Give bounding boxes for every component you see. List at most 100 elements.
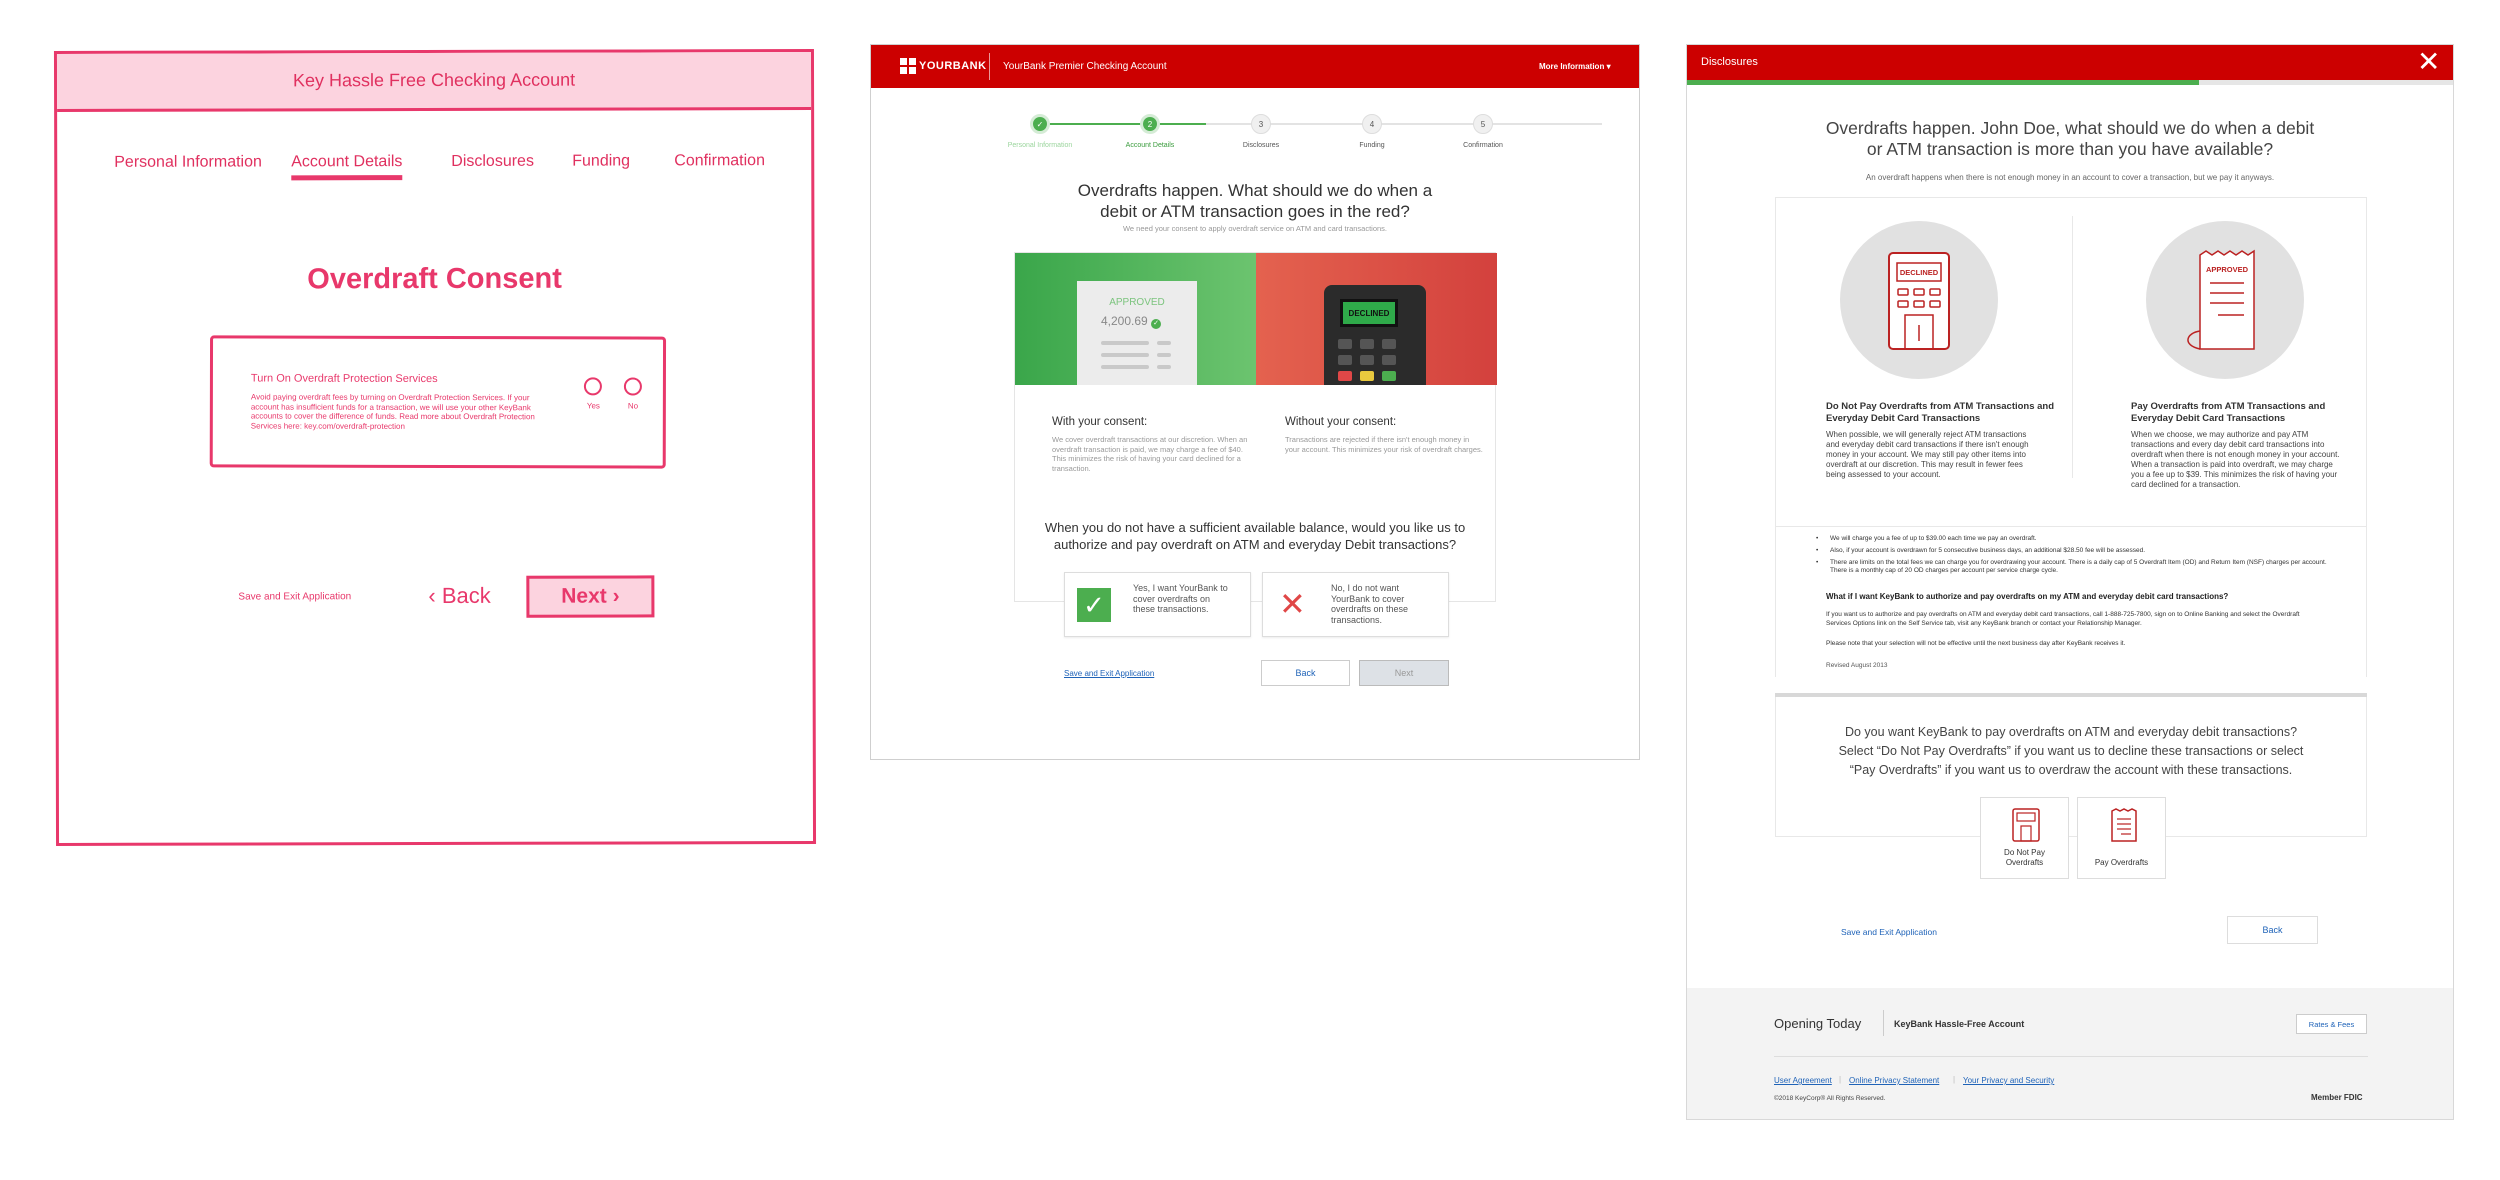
declined-terminal-illustration: DECLINED [1840, 221, 1998, 379]
terminal-key [1382, 339, 1396, 349]
tab-funding[interactable]: Funding [572, 152, 630, 170]
approved-badge: APPROVED [2205, 265, 2249, 274]
privacy-statement-link[interactable]: Online Privacy Statement [1849, 1076, 1939, 1085]
wireframe-panel: Key Hassle Free Checking Account Persona… [53, 49, 817, 846]
do-not-pay-title: Do Not Pay Overdrafts from ATM Transacti… [1826, 401, 2055, 424]
back-button[interactable]: Back [2227, 916, 2318, 944]
header-divider [989, 53, 990, 80]
receipt-line [1157, 365, 1171, 369]
bullet: • [1816, 547, 1819, 554]
with-consent-text: We cover overdraft transactions at our d… [1052, 435, 1248, 473]
opening-today-label: Opening Today [1774, 1016, 1862, 1031]
overdraft-choice-section: Do you want KeyBank to pay overdrafts on… [1775, 697, 2367, 837]
receipt-line [1157, 353, 1171, 357]
more-information-label: More Information [1539, 62, 1605, 71]
fee-bullet: We will charge you a fee of up to $39.00… [1830, 535, 2037, 542]
terminal-key [1360, 339, 1374, 349]
fine-print-heading: What if I want KeyBank to authorize and … [1826, 592, 2229, 601]
chevron-right-icon: › [606, 584, 620, 608]
terminal-key [1360, 355, 1374, 365]
bank-logo-icon [900, 58, 916, 74]
do-not-pay-text: When possible, we will generally reject … [1826, 430, 2029, 479]
save-exit-link[interactable]: Save and Exit Application [1841, 927, 1937, 937]
mockup-header-bar: YOURBANK YourBank Premier Checking Accou… [871, 45, 1639, 88]
wireframe-title: Key Hassle Free Checking Account [292, 69, 576, 91]
modal-header-bar: Disclosures ✕ [1687, 45, 2453, 80]
approved-receipt-illustration: APPROVED [2146, 221, 2304, 379]
close-icon[interactable]: ✕ [2417, 47, 2440, 77]
yes-radio-label: Yes [586, 401, 600, 411]
receipt-line [1101, 353, 1149, 357]
pay-overdrafts-title: Pay Overdrafts from ATM Transactions and… [2131, 401, 2326, 424]
product-name: KeyBank Hassle-Free Account [1894, 1019, 2025, 1029]
user-agreement-link[interactable]: User Agreement [1774, 1076, 1832, 1085]
wireframe-heading: Overdraft Consent [307, 262, 562, 296]
next-button-label: Next [561, 584, 607, 608]
save-exit-link[interactable]: Save and Exit Application [1064, 669, 1154, 678]
wireframe-tabs: Personal Information Account Details Dis… [57, 152, 811, 194]
step-4[interactable]: 4 [1362, 114, 1382, 134]
no-radio-label: No [627, 401, 639, 411]
step-3-label: Disclosures [1242, 142, 1280, 149]
yes-radio[interactable] [583, 377, 602, 396]
step-3[interactable]: 3 [1251, 114, 1271, 134]
modal-subheading: An overdraft happens when there is not e… [1865, 173, 2275, 182]
back-button[interactable]: Back [1261, 660, 1350, 686]
step-1-label: Personal Information [1007, 142, 1073, 149]
column-divider [2072, 216, 2073, 478]
save-exit-link[interactable]: Save and Exit Application [238, 591, 351, 602]
footer-divider [1883, 1010, 1884, 1036]
account-name: YourBank Premier Checking Account [1003, 61, 1167, 72]
pay-overdrafts-text: When we choose, we may authorize and pay… [2131, 430, 2340, 489]
tab-personal-information[interactable]: Personal Information [114, 153, 262, 171]
step-2-current[interactable]: 2 [1140, 114, 1160, 134]
declined-terminal-icon [1888, 252, 1950, 350]
do-not-pay-overdrafts-label: Do Not Pay Overdrafts [2004, 848, 2045, 867]
rates-fees-button[interactable]: Rates & Fees [2296, 1014, 2367, 1034]
yes-consent-option[interactable]: ✓ Yes, I want YourBank to cover overdraf… [1064, 572, 1251, 637]
receipt-icon [2111, 808, 2137, 842]
without-consent-text: Transactions are rejected if there isn't… [1285, 435, 1483, 454]
progress-fill [1687, 80, 2199, 85]
overdraft-protection-text: Avoid paying overdraft fees by turning o… [250, 392, 535, 431]
back-button[interactable]: ‹ Back [428, 583, 490, 609]
tab-confirmation[interactable]: Confirmation [674, 152, 765, 170]
no-radio[interactable] [623, 377, 642, 396]
bullet: • [1816, 535, 1819, 542]
next-button[interactable]: Next › [526, 575, 655, 618]
balance-question: When you do not have a sufficient availa… [1044, 520, 1466, 552]
modal-heading: Overdrafts happen. John Doe, what should… [1825, 118, 2315, 159]
overdraft-protection-box: Turn On Overdraft Protection Services Av… [209, 335, 667, 469]
do-not-pay-overdrafts-option[interactable]: Do Not Pay Overdrafts [1980, 797, 2069, 879]
pay-overdrafts-label: Pay Overdrafts [2094, 858, 2149, 867]
overdraft-question-sub: We need your consent to apply overdraft … [1122, 224, 1388, 233]
approved-illustration: APPROVED 4,200.69 ✓ [1015, 253, 1256, 385]
link-separator: | [1953, 1075, 1956, 1084]
back-button-label: Back [441, 582, 491, 608]
receipt-line [1101, 341, 1149, 345]
step-5[interactable]: 5 [1473, 114, 1493, 134]
step-1-complete[interactable]: ✓ [1030, 114, 1050, 134]
fee-limits-bullet: There are limits on the total fees we ca… [1830, 559, 2327, 574]
terminal-key [1382, 355, 1396, 365]
receipt-line [1157, 341, 1171, 345]
receipt-icon: APPROVED 4,200.69 ✓ [1077, 281, 1197, 385]
next-button[interactable]: Next [1359, 660, 1449, 686]
modal-footer: Opening Today KeyBank Hassle-Free Accoun… [1687, 988, 2453, 1119]
tab-account-details[interactable]: Account Details [291, 153, 403, 181]
card-terminal-icon: DECLINED [1324, 285, 1426, 385]
terminal-key [1338, 339, 1352, 349]
privacy-security-link[interactable]: Your Privacy and Security [1963, 1076, 2054, 1085]
tab-disclosures[interactable]: Disclosures [451, 153, 534, 171]
fine-print-text: If you want us to authorize and pay over… [1826, 611, 2300, 627]
approved-amount: 4,200.69 ✓ [1101, 314, 1162, 329]
link-separator: | [1839, 1075, 1842, 1084]
no-consent-option[interactable]: ✕ No, I do not want YourBank to cover ov… [1262, 572, 1449, 637]
disclosure-modal: Disclosures ✕ Overdrafts happen. John Do… [1686, 44, 2454, 1120]
bullet: • [1816, 559, 1819, 566]
no-option-text: No, I do not want YourBank to cover over… [1331, 583, 1409, 625]
pay-overdrafts-option[interactable]: Pay Overdrafts [2077, 797, 2166, 879]
receipt-line [1101, 365, 1149, 369]
more-information-menu[interactable]: More Information ▾ [1539, 62, 1611, 71]
terminal-key [1360, 371, 1374, 381]
